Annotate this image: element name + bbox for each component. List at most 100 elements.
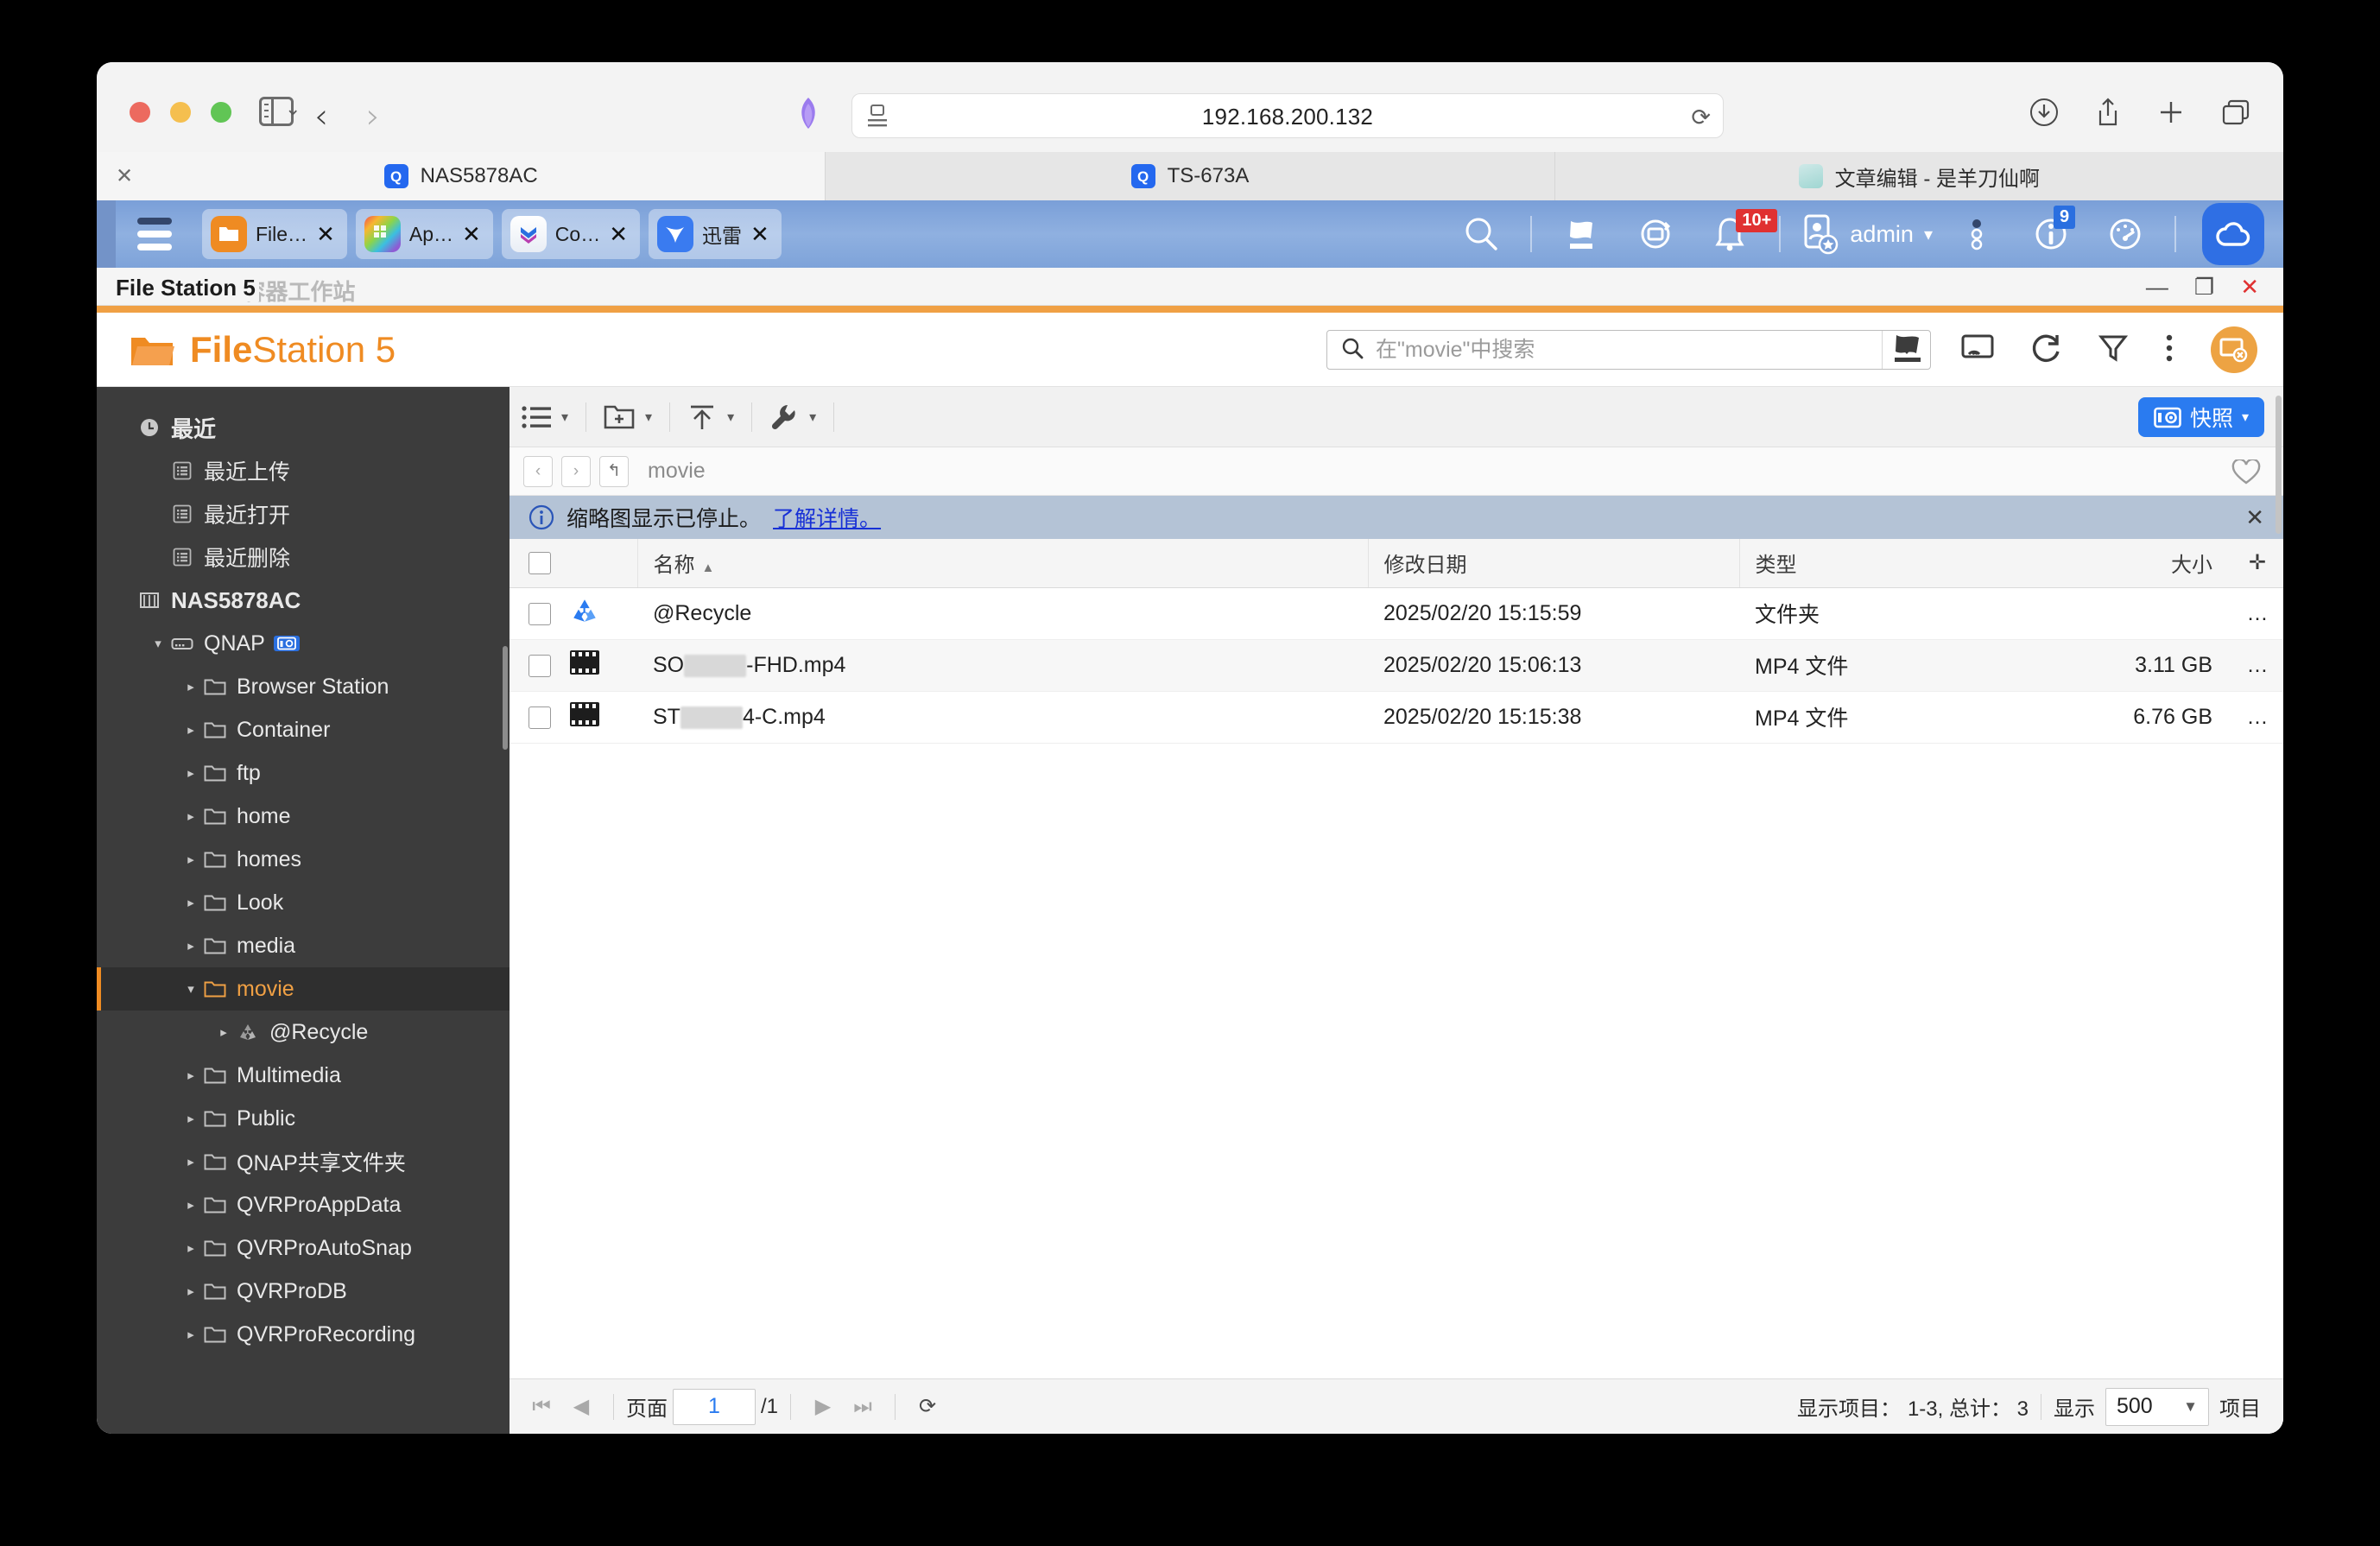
upload-button[interactable]: ▾ — [675, 396, 746, 438]
row-checkbox[interactable] — [529, 654, 551, 677]
chevron-right-icon[interactable]: ▸ — [214, 1024, 233, 1040]
chevron-right-icon[interactable]: ▸ — [181, 808, 200, 824]
favorite-icon[interactable] — [2231, 458, 2261, 490]
sidebar-item-multimedia[interactable]: ▸ Multimedia — [97, 1054, 510, 1097]
more-options-icon[interactable] — [1940, 200, 2014, 268]
sidebar-scrollbar[interactable] — [503, 646, 508, 750]
chevron-down-icon[interactable]: ▾ — [149, 636, 168, 651]
notice-link[interactable]: 了解详情。 — [773, 502, 881, 533]
breadcrumb-up-button[interactable]: ↰ — [599, 455, 629, 487]
sidebar-item-qvrproappdata[interactable]: ▸ QVRProAppData — [97, 1183, 510, 1226]
search-input[interactable] — [1376, 337, 1882, 363]
view-mode-button[interactable]: ▾ — [510, 396, 580, 438]
sidebar-item-ftp[interactable]: ▸ ftp — [97, 751, 510, 795]
row-checkbox[interactable] — [529, 602, 551, 625]
sidebar-item-media[interactable]: ▸ media — [97, 924, 510, 967]
user-menu[interactable]: admin ▾ — [1793, 200, 1940, 268]
page-number-input[interactable]: 1 — [673, 1388, 756, 1425]
table-row[interactable]: ST 4-C.mp4 2025/02/20 15:15:38 MP4 文件 6.76 G… — [510, 691, 2283, 744]
last-page-button[interactable]: ⏭ — [843, 1395, 883, 1419]
extension-icon[interactable] — [792, 95, 825, 131]
more-menu-icon[interactable] — [2164, 333, 2174, 367]
resource-monitor-icon[interactable] — [1618, 200, 1693, 268]
row-select-cell[interactable] — [510, 691, 570, 744]
dashboard-icon[interactable] — [2088, 200, 2162, 268]
address-bar[interactable]: 192.168.200.132 ⟳ — [851, 93, 1724, 138]
file-name-cell[interactable]: ST 4-C.mp4 — [637, 691, 1368, 744]
table-row[interactable]: @Recycle 2025/02/20 15:15:59 文件夹… — [510, 587, 2283, 640]
browser-tab-article-editor[interactable]: 文章编辑 - 是羊刀仙啊 — [1555, 152, 2283, 200]
close-app-icon[interactable]: ✕ — [462, 221, 481, 248]
background-tasks-icon[interactable] — [1544, 200, 1618, 268]
sidebar-item-qvrprodb[interactable]: ▸ QVRProDB — [97, 1270, 510, 1313]
chevron-right-icon[interactable]: ▸ — [181, 765, 200, 781]
table-row[interactable]: SO -FHD.mp4 2025/02/20 15:06:13 MP4 文件 3.11 … — [510, 639, 2283, 692]
row-checkbox[interactable] — [529, 706, 551, 729]
forward-button[interactable]: › — [366, 97, 380, 136]
row-select-cell[interactable] — [510, 587, 570, 640]
file-name-cell[interactable]: SO -FHD.mp4 — [637, 639, 1368, 692]
close-app-icon[interactable]: ✕ — [750, 221, 769, 248]
sidebar-item-最近打开[interactable]: 最近打开 — [97, 492, 510, 535]
tab-overview-icon[interactable] — [2221, 98, 2250, 126]
scrollbar-thumb[interactable] — [2276, 396, 2282, 534]
chevron-right-icon[interactable]: ▸ — [181, 1283, 200, 1299]
chevron-right-icon[interactable]: ▸ — [181, 1197, 200, 1213]
chevron-right-icon[interactable]: ▸ — [181, 938, 200, 954]
chevron-down-icon[interactable]: ▾ — [181, 981, 200, 997]
first-page-button[interactable]: ⏮ — [522, 1395, 561, 1419]
file-list-scrollbar[interactable] — [2275, 387, 2283, 1378]
sidebar-item-movie[interactable]: ▾ movie — [97, 967, 510, 1011]
taskbar-app-xunlei[interactable]: 迅雷 ✕ — [649, 209, 782, 259]
name-header[interactable]: 名称 ▲ — [636, 539, 1368, 588]
taskbar-app-appcenter[interactable]: Ap… ✕ — [355, 209, 493, 259]
reload-icon[interactable]: ⟳ — [1691, 105, 1711, 131]
chevron-down-icon[interactable]: ⌄ — [285, 98, 301, 120]
taskbar-app-filestation[interactable]: File… ✕ — [202, 209, 347, 259]
tools-button[interactable]: ▾ — [757, 396, 828, 438]
sidebar-item-nas5878ac[interactable]: NAS5878AC — [97, 579, 510, 622]
page-size-select[interactable]: 500 ▼ — [2105, 1387, 2209, 1426]
refresh-icon[interactable] — [2031, 333, 2062, 368]
next-page-button[interactable]: ▶ — [803, 1394, 843, 1419]
browser-tab-nas5878ac[interactable]: ✕ Q NAS5878AC — [97, 152, 826, 200]
chevron-right-icon[interactable]: ▸ — [181, 1327, 200, 1342]
type-header[interactable]: 类型 — [1738, 539, 1998, 588]
sidebar-item-qnap[interactable]: ▾ QNAP — [97, 622, 510, 665]
select-all-header[interactable] — [510, 539, 570, 588]
cast-icon[interactable] — [1960, 333, 1995, 367]
sidebar-item-qvrproautosnap[interactable]: ▸ QVRProAutoSnap — [97, 1226, 510, 1270]
breadcrumb-path[interactable]: movie — [648, 459, 706, 484]
search-box[interactable] — [1326, 330, 1931, 370]
close-window-button[interactable] — [130, 102, 150, 123]
file-name-cell[interactable]: @Recycle — [637, 587, 1368, 640]
url-text[interactable]: 192.168.200.132 — [852, 104, 1723, 130]
sidebar-item-@recycle[interactable]: ▸ @Recycle — [97, 1011, 510, 1054]
search-icon[interactable] — [1444, 200, 1518, 268]
chevron-right-icon[interactable]: ▸ — [181, 1240, 200, 1256]
chevron-down-icon[interactable]: ▾ — [645, 409, 652, 426]
chevron-down-icon[interactable]: ▼ — [2183, 1398, 2198, 1416]
chevron-right-icon[interactable]: ▸ — [181, 895, 200, 910]
notifications-icon[interactable]: 10+ — [1693, 200, 1778, 268]
breadcrumb-forward-button[interactable]: › — [561, 455, 591, 487]
chevron-down-icon[interactable]: ▾ — [561, 409, 568, 426]
close-icon[interactable]: ✕ — [2240, 276, 2259, 298]
sidebar-item-browser-station[interactable]: ▸ Browser Station — [97, 665, 510, 708]
sidebar-item-homes[interactable]: ▸ homes — [97, 838, 510, 881]
chevron-right-icon[interactable]: ▸ — [181, 722, 200, 738]
chevron-right-icon[interactable]: ▸ — [181, 852, 200, 867]
chevron-down-icon[interactable]: ▾ — [2242, 409, 2249, 426]
close-notice-icon[interactable]: ✕ — [2245, 504, 2264, 531]
row-select-cell[interactable] — [510, 639, 570, 692]
remote-connection-icon[interactable] — [2211, 326, 2257, 373]
folder-tree-sidebar[interactable]: 最近 最近上传 最近打开 最近删除 NAS5878AC ▾ QNAP ▸ Browser Sta… — [97, 387, 510, 1434]
close-app-icon[interactable]: ✕ — [609, 221, 628, 248]
new-tab-icon[interactable] — [2157, 98, 2185, 126]
taskbar-app-container[interactable]: Co… ✕ — [501, 209, 640, 259]
background-task-icon[interactable] — [1891, 332, 1924, 369]
browser-tab-ts-673a[interactable]: Q TS-673A — [826, 152, 1555, 200]
minimize-window-button[interactable] — [170, 102, 191, 123]
window-traffic-lights[interactable] — [130, 102, 231, 123]
sidebar-item-public[interactable]: ▸ Public — [97, 1097, 510, 1140]
